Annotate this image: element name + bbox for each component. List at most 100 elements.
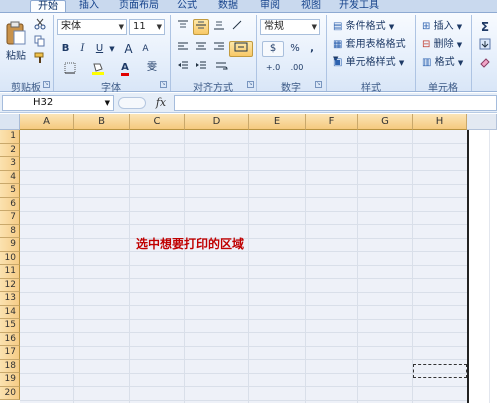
format-cells-button[interactable]: ▥ 格式 ▼ bbox=[419, 55, 467, 71]
row-header[interactable]: 3 bbox=[0, 157, 20, 171]
row-header[interactable]: 14 bbox=[0, 305, 20, 319]
orientation-button[interactable] bbox=[229, 19, 245, 35]
bold-button[interactable]: B bbox=[58, 41, 73, 57]
column-header-e[interactable]: E bbox=[249, 114, 306, 130]
column-header-a[interactable]: A bbox=[20, 114, 74, 130]
cell-styles-button[interactable]: ▣ 单元格样式 ▼ bbox=[330, 55, 412, 71]
decrease-decimal-button[interactable]: .00 bbox=[286, 60, 308, 76]
shrink-font-button[interactable]: A bbox=[138, 41, 153, 57]
tab-review[interactable]: 审阅 bbox=[255, 0, 285, 12]
formula-input[interactable] bbox=[174, 95, 497, 111]
delete-cells-button[interactable]: ⊟ 删除 ▼ bbox=[419, 37, 467, 53]
align-left-button[interactable] bbox=[175, 41, 191, 57]
row-header[interactable]: 13 bbox=[0, 292, 20, 306]
group-divider bbox=[53, 15, 54, 91]
underline-button[interactable]: U bbox=[92, 41, 107, 57]
font-launcher-icon[interactable]: ↘ bbox=[160, 81, 167, 88]
row-header[interactable]: 19 bbox=[0, 373, 20, 387]
row-header[interactable]: 15 bbox=[0, 319, 20, 333]
row-header[interactable]: 18 bbox=[0, 359, 20, 373]
insert-function-button[interactable]: fx bbox=[150, 95, 172, 111]
conditional-format-button[interactable]: ▤ 条件格式 ▼ bbox=[330, 19, 412, 35]
column-header-i[interactable] bbox=[467, 114, 497, 130]
delete-cells-icon: ⊟ bbox=[422, 39, 431, 50]
cell-annotation-text: 选中想要打印的区域 bbox=[136, 237, 245, 251]
column-header-g[interactable]: G bbox=[358, 114, 413, 130]
selected-range[interactable] bbox=[20, 130, 467, 403]
row-header[interactable]: 1 bbox=[0, 130, 20, 144]
row-header[interactable]: 17 bbox=[0, 346, 20, 360]
tab-page-layout[interactable]: 页面布局 bbox=[115, 0, 163, 12]
insert-cells-button[interactable]: ⊞ 插入 ▼ bbox=[419, 19, 467, 35]
chevron-down-icon: ▼ bbox=[388, 23, 395, 31]
alignment-launcher-icon[interactable]: ↘ bbox=[247, 81, 254, 88]
wrap-text-button[interactable] bbox=[211, 60, 233, 76]
row-header[interactable]: 12 bbox=[0, 278, 20, 292]
increase-indent-button[interactable] bbox=[193, 60, 209, 76]
increase-decimal-button[interactable]: +.0 bbox=[262, 60, 284, 76]
currency-button[interactable]: $ bbox=[262, 41, 284, 57]
align-top-button[interactable] bbox=[175, 19, 191, 35]
active-cell-marquee[interactable] bbox=[413, 364, 467, 378]
row-header[interactable]: 9 bbox=[0, 238, 20, 252]
autosum-button[interactable]: Σ bbox=[475, 19, 495, 35]
row-header[interactable]: 5 bbox=[0, 184, 20, 198]
format-painter-button[interactable] bbox=[33, 51, 47, 65]
font-color-button[interactable]: A bbox=[113, 60, 137, 76]
font-name-select[interactable]: 宋体 ▼ bbox=[57, 19, 127, 35]
merge-center-button[interactable] bbox=[229, 41, 253, 57]
comma-button[interactable]: , bbox=[305, 41, 319, 57]
tab-formulas[interactable]: 公式 bbox=[172, 0, 202, 12]
name-box[interactable]: H32 ▼ bbox=[2, 95, 114, 111]
row-header[interactable]: 11 bbox=[0, 265, 20, 279]
format-as-table-button[interactable]: ▦ 套用表格格式 ▼ bbox=[330, 37, 412, 63]
phonetic-button[interactable]: 雯 bbox=[140, 60, 164, 76]
italic-button[interactable]: I bbox=[75, 41, 90, 57]
row-header[interactable]: 16 bbox=[0, 332, 20, 346]
paintbrush-icon bbox=[34, 52, 44, 63]
select-all-button[interactable] bbox=[0, 114, 20, 130]
row-header[interactable]: 7 bbox=[0, 211, 20, 225]
grid-line bbox=[20, 183, 467, 185]
row-header[interactable]: 8 bbox=[0, 224, 20, 238]
row-header[interactable]: 2 bbox=[0, 143, 20, 157]
row-header[interactable]: 20 bbox=[0, 386, 20, 400]
name-box-resize-handle[interactable] bbox=[118, 97, 146, 109]
column-header-b[interactable]: B bbox=[74, 114, 130, 130]
clear-button[interactable] bbox=[475, 55, 495, 71]
grow-font-button[interactable]: A bbox=[121, 41, 136, 57]
tab-data[interactable]: 数据 bbox=[213, 0, 243, 12]
align-middle-button[interactable] bbox=[193, 19, 209, 35]
number-launcher-icon[interactable]: ↘ bbox=[315, 81, 322, 88]
tab-home[interactable]: 开始 bbox=[30, 0, 66, 12]
row-header[interactable]: 10 bbox=[0, 251, 20, 265]
row-header[interactable]: 4 bbox=[0, 170, 20, 184]
percent-button[interactable]: % bbox=[288, 41, 302, 57]
align-center-icon bbox=[196, 42, 206, 50]
underline-dropdown[interactable]: ▼ bbox=[108, 41, 116, 57]
tab-view[interactable]: 视图 bbox=[296, 0, 326, 12]
column-header-d[interactable]: D bbox=[185, 114, 249, 130]
clipboard-launcher-icon[interactable]: ↘ bbox=[43, 81, 50, 88]
row-header[interactable]: 6 bbox=[0, 197, 20, 211]
paste-button[interactable]: 粘贴 bbox=[2, 17, 30, 71]
align-bottom-button[interactable] bbox=[211, 19, 227, 35]
column-header-h[interactable]: H bbox=[413, 114, 467, 130]
fill-color-button[interactable] bbox=[86, 60, 110, 76]
decrease-indent-button[interactable] bbox=[175, 60, 191, 76]
font-size-select[interactable]: 11 ▼ bbox=[129, 19, 165, 35]
fill-button[interactable] bbox=[475, 37, 495, 53]
align-right-button[interactable] bbox=[211, 41, 227, 57]
copy-button[interactable] bbox=[33, 34, 47, 48]
cut-button[interactable] bbox=[33, 17, 47, 31]
borders-button[interactable] bbox=[58, 60, 82, 76]
unselected-column-i[interactable] bbox=[467, 130, 497, 403]
column-header-c[interactable]: C bbox=[130, 114, 185, 130]
tab-developer[interactable]: 开发工具 bbox=[335, 0, 383, 12]
column-header-f[interactable]: F bbox=[306, 114, 358, 130]
grid-line bbox=[20, 345, 467, 347]
grid-line bbox=[20, 332, 467, 333]
tab-insert[interactable]: 插入 bbox=[74, 0, 104, 12]
align-center-button[interactable] bbox=[193, 41, 209, 57]
number-format-select[interactable]: 常规 ▼ bbox=[260, 19, 320, 35]
